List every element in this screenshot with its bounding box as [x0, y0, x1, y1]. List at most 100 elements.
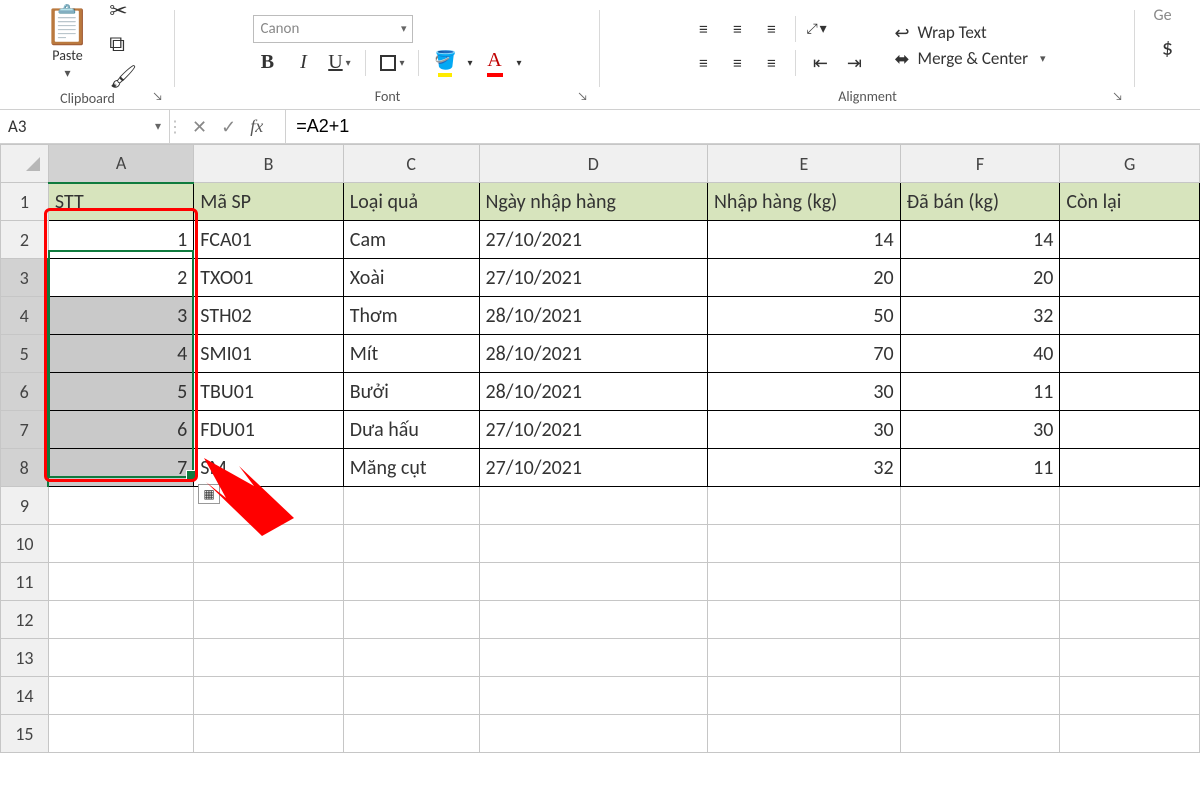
cell-B6[interactable]: TBU01 [194, 373, 344, 411]
cell-E10[interactable] [708, 525, 901, 563]
row-header-15[interactable]: 15 [1, 715, 49, 753]
cell-G6[interactable] [1060, 373, 1200, 411]
cell-B15[interactable] [194, 715, 344, 753]
cell-A2[interactable]: 1 [48, 221, 193, 259]
cell-E4[interactable]: 50 [708, 297, 901, 335]
cell-D7[interactable]: 27/10/2021 [479, 411, 708, 449]
align-top-button[interactable]: ≡ [689, 15, 717, 43]
row-header-10[interactable]: 10 [1, 525, 49, 563]
row-header-2[interactable]: 2 [1, 221, 49, 259]
cell-F3[interactable]: 20 [900, 259, 1060, 297]
chevron-down-icon[interactable]: ▾ [467, 56, 472, 69]
cell-C8[interactable]: Măng cụt [343, 449, 479, 487]
cell-B3[interactable]: TXO01 [194, 259, 344, 297]
borders-button[interactable]: ▾ [378, 49, 406, 77]
cell-B10[interactable] [194, 525, 344, 563]
row-header-11[interactable]: 11 [1, 563, 49, 601]
col-header-G[interactable]: G [1060, 145, 1200, 183]
col-header-F[interactable]: F [900, 145, 1060, 183]
cell-F8[interactable]: 11 [900, 449, 1060, 487]
header-cell[interactable]: Loại quả [343, 183, 479, 221]
cell-C12[interactable] [343, 601, 479, 639]
chevron-down-icon[interactable]: ▾ [517, 56, 522, 69]
row-header-4[interactable]: 4 [1, 297, 49, 335]
cell-E11[interactable] [708, 563, 901, 601]
cell-A8[interactable]: 7 [48, 449, 193, 487]
fx-icon[interactable]: fx [250, 116, 263, 137]
font-color-button[interactable]: A [481, 49, 509, 77]
header-cell[interactable]: Ngày nhập hàng [479, 183, 708, 221]
row-header-5[interactable]: 5 [1, 335, 49, 373]
cell-B14[interactable] [194, 677, 344, 715]
cell-F9[interactable] [900, 487, 1060, 525]
select-all-corner[interactable] [1, 145, 49, 183]
cell-A14[interactable] [48, 677, 193, 715]
cell-E12[interactable] [708, 601, 901, 639]
cell-B5[interactable]: SMI01 [194, 335, 344, 373]
cell-G4[interactable] [1060, 297, 1200, 335]
cell-B8[interactable]: SM [194, 449, 344, 487]
dialog-launcher-icon[interactable]: ↘ [152, 90, 163, 104]
cell-F13[interactable] [900, 639, 1060, 677]
cell-D15[interactable] [479, 715, 708, 753]
cell-D2[interactable]: 27/10/2021 [479, 221, 708, 259]
cell-G8[interactable] [1060, 449, 1200, 487]
cell-E14[interactable] [708, 677, 901, 715]
wrap-text-button[interactable]: ↩ Wrap Text [894, 22, 1045, 44]
currency-button[interactable]: $ [1154, 33, 1182, 61]
align-right-button[interactable]: ≡ [757, 49, 785, 77]
cell-A13[interactable] [48, 639, 193, 677]
cell-G5[interactable] [1060, 335, 1200, 373]
orientation-button[interactable]: ⤢▾ [806, 20, 826, 37]
align-middle-button[interactable]: ≡ [723, 15, 751, 43]
merge-center-button[interactable]: ⬌ Merge & Center ▾ [894, 48, 1045, 70]
cut-icon[interactable]: ✂ [109, 0, 137, 24]
header-cell[interactable]: Nhập hàng (kg) [708, 183, 901, 221]
cell-B13[interactable] [194, 639, 344, 677]
cell-C2[interactable]: Cam [343, 221, 479, 259]
underline-button[interactable]: U▾ [325, 49, 353, 77]
cell-G10[interactable] [1060, 525, 1200, 563]
row-header-6[interactable]: 6 [1, 373, 49, 411]
cell-G11[interactable] [1060, 563, 1200, 601]
cell-D9[interactable] [479, 487, 708, 525]
cell-C5[interactable]: Mít [343, 335, 479, 373]
cell-C11[interactable] [343, 563, 479, 601]
cell-C10[interactable] [343, 525, 479, 563]
align-center-button[interactable]: ≡ [723, 49, 751, 77]
cell-D10[interactable] [479, 525, 708, 563]
cell-F11[interactable] [900, 563, 1060, 601]
cell-D13[interactable] [479, 639, 708, 677]
font-family-select[interactable]: Canon ▾ [253, 15, 413, 43]
cell-A3[interactable]: 2 [48, 259, 193, 297]
cell-E2[interactable]: 14 [708, 221, 901, 259]
cell-G2[interactable] [1060, 221, 1200, 259]
col-header-C[interactable]: C [343, 145, 479, 183]
cell-C9[interactable] [343, 487, 479, 525]
cell-B2[interactable]: FCA01 [194, 221, 344, 259]
header-cell[interactable]: STT [48, 183, 193, 221]
cell-C4[interactable]: Thơm [343, 297, 479, 335]
paste-button[interactable]: 📋 Paste ▾ [38, 5, 97, 83]
cell-E6[interactable]: 30 [708, 373, 901, 411]
header-cell[interactable]: Còn lại [1060, 183, 1200, 221]
cell-F15[interactable] [900, 715, 1060, 753]
row-header-7[interactable]: 7 [1, 411, 49, 449]
row-header-14[interactable]: 14 [1, 677, 49, 715]
col-header-B[interactable]: B [194, 145, 344, 183]
cell-F6[interactable]: 11 [900, 373, 1060, 411]
cell-G13[interactable] [1060, 639, 1200, 677]
cell-A9[interactable] [48, 487, 193, 525]
cell-C7[interactable]: Dưa hấu [343, 411, 479, 449]
cell-D5[interactable]: 28/10/2021 [479, 335, 708, 373]
drag-handle[interactable]: ⋮ [170, 110, 180, 143]
cell-D14[interactable] [479, 677, 708, 715]
cell-C13[interactable] [343, 639, 479, 677]
cell-F5[interactable]: 40 [900, 335, 1060, 373]
row-header-12[interactable]: 12 [1, 601, 49, 639]
dialog-launcher-icon[interactable]: ↘ [1112, 90, 1123, 104]
fill-color-button[interactable]: 🪣 [431, 49, 459, 77]
header-cell[interactable]: Đã bán (kg) [900, 183, 1060, 221]
cell-C15[interactable] [343, 715, 479, 753]
cell-A10[interactable] [48, 525, 193, 563]
